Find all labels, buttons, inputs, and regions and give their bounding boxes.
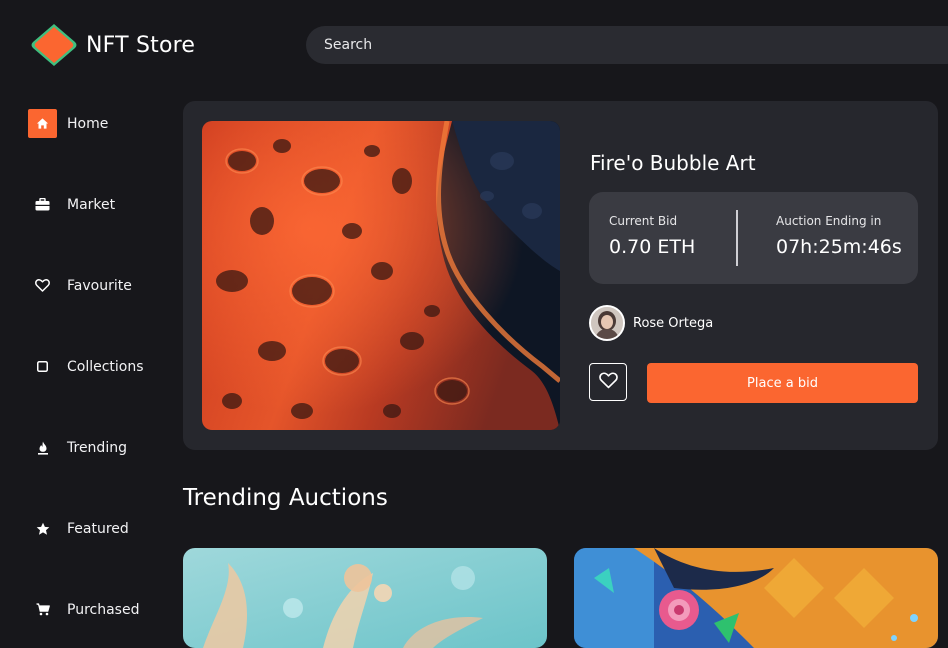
sidebar-item-purchased[interactable]: Purchased xyxy=(28,595,139,624)
nft-title: Fire'o Bubble Art xyxy=(590,151,756,175)
heart-icon xyxy=(28,271,57,300)
auction-ending-value: 07h:25m:46s xyxy=(776,236,902,258)
featured-nft-image[interactable] xyxy=(202,121,560,430)
sidebar-item-featured[interactable]: Featured xyxy=(28,514,129,543)
briefcase-icon xyxy=(28,190,57,219)
favourite-button[interactable] xyxy=(589,363,627,401)
search-bar[interactable] xyxy=(306,26,948,64)
auction-countdown: Auction Ending in 07h:25m:46s xyxy=(776,214,902,258)
square-icon xyxy=(28,352,57,381)
logo-icon xyxy=(28,21,80,69)
sidebar-item-market[interactable]: Market xyxy=(28,190,115,219)
bid-info-panel: Current Bid 0.70 ETH Auction Ending in 0… xyxy=(589,192,918,284)
place-bid-button[interactable]: Place a bid xyxy=(647,363,918,403)
heart-icon xyxy=(598,371,618,393)
divider xyxy=(736,210,738,266)
current-bid-label: Current Bid xyxy=(609,214,678,228)
sidebar-item-trending[interactable]: Trending xyxy=(28,433,127,462)
avatar[interactable] xyxy=(589,305,625,341)
cart-icon xyxy=(28,595,57,624)
featured-auction-card: Fire'o Bubble Art Current Bid 0.70 ETH A… xyxy=(183,101,938,450)
sidebar-item-label: Purchased xyxy=(67,601,140,618)
sidebar-item-label: Home xyxy=(67,115,109,132)
owner-name: Rose Ortega xyxy=(633,315,714,331)
sidebar-item-collections[interactable]: Collections xyxy=(28,352,144,381)
sidebar-item-favourite[interactable]: Favourite xyxy=(28,271,132,300)
auction-ending-label: Auction Ending in xyxy=(776,214,882,228)
logo[interactable]: NFT Store xyxy=(28,21,195,69)
sidebar-item-label: Market xyxy=(67,196,116,213)
flame-icon xyxy=(28,433,57,462)
current-bid: Current Bid 0.70 ETH xyxy=(609,214,695,258)
sidebar-item-label: Trending xyxy=(67,439,127,456)
section-title: Trending Auctions xyxy=(183,485,388,511)
sidebar-item-label: Favourite xyxy=(67,277,132,294)
auction-card-image[interactable] xyxy=(574,548,938,648)
owner[interactable]: Rose Ortega xyxy=(589,305,713,341)
home-icon xyxy=(28,109,57,138)
app-name: NFT Store xyxy=(86,32,196,58)
sidebar-item-label: Collections xyxy=(67,358,144,375)
sidebar-item-label: Featured xyxy=(67,520,129,537)
auction-card-image[interactable] xyxy=(183,548,547,648)
current-bid-value: 0.70 ETH xyxy=(609,236,696,258)
sidebar-item-home[interactable]: Home xyxy=(28,109,108,138)
search-input[interactable] xyxy=(324,37,948,53)
star-icon xyxy=(28,514,57,543)
